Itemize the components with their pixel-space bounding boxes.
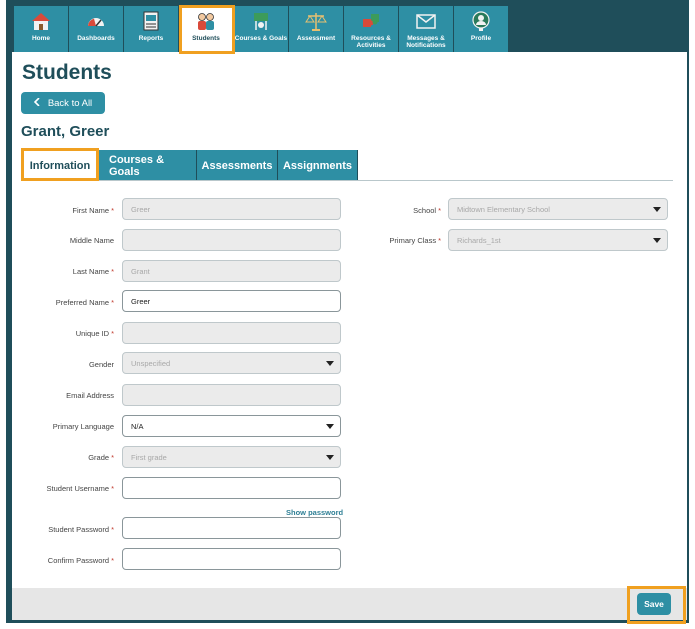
chevron-down-icon (653, 238, 661, 243)
home-icon (30, 10, 52, 32)
email-label: Email Address (66, 391, 114, 400)
school-select[interactable]: Midtown Elementary School (448, 198, 668, 220)
nav-profile[interactable]: Profile (454, 6, 508, 52)
preferred-name-label: Preferred Name * (55, 298, 114, 307)
school-value: Midtown Elementary School (457, 204, 550, 214)
puzzle-icon (360, 10, 382, 32)
primary-class-value: Richards_1st (457, 235, 501, 245)
school-label: School * (413, 206, 441, 215)
scale-icon (305, 10, 327, 32)
report-icon (140, 10, 162, 32)
primary-language-value: N/A (131, 421, 144, 431)
grade-select[interactable]: First grade (122, 446, 341, 468)
first-name-field[interactable]: Greer (122, 198, 341, 220)
form-footer (12, 588, 687, 620)
primary-language-select[interactable]: N/A (122, 415, 341, 437)
nav-messages[interactable]: Messages & Notifications (399, 6, 453, 52)
nav-courses-label: Courses & Goals (234, 35, 288, 42)
middle-name-field[interactable] (122, 229, 341, 251)
first-name-label: First Name * (72, 206, 114, 215)
students-icon (195, 10, 217, 32)
nav-students[interactable]: Students (179, 6, 233, 52)
chevron-down-icon (326, 361, 334, 366)
back-to-all-label: Back to All (47, 97, 93, 109)
tab-assignments[interactable]: Assignments (278, 150, 358, 181)
nav-dashboards[interactable]: Dashboards (69, 6, 123, 52)
tab-divider (21, 180, 673, 181)
envelope-icon (415, 10, 437, 32)
tab-information[interactable]: Information (21, 150, 99, 181)
primary-class-label: Primary Class * (389, 236, 441, 245)
unique-id-label: Unique ID * (75, 329, 114, 338)
gauge-icon (85, 10, 107, 32)
save-button[interactable]: Save (637, 593, 671, 615)
nav-home[interactable]: Home (14, 6, 68, 52)
top-nav: Home Dashboards Reports Students Courses… (14, 6, 509, 52)
nav-dashboards-label: Dashboards (77, 35, 115, 42)
nav-profile-label: Profile (470, 35, 492, 42)
student-username-input[interactable] (122, 477, 341, 499)
nav-resources[interactable]: Resources & Activities (344, 6, 398, 52)
preferred-name-input[interactable]: Greer (122, 290, 341, 312)
gender-select[interactable]: Unspecified (122, 352, 341, 374)
show-password-link[interactable]: Show password (286, 508, 343, 517)
chevron-down-icon (326, 455, 334, 460)
chevron-left-icon (33, 96, 40, 109)
courses-icon (250, 10, 272, 32)
email-field[interactable] (122, 384, 341, 406)
nav-resources-label: Resources & Activities (351, 35, 391, 49)
confirm-password-label: Confirm Password * (47, 556, 114, 565)
primary-language-label: Primary Language (52, 422, 114, 431)
nav-reports-label: Reports (138, 35, 164, 42)
nav-assessment-label: Assessment (296, 35, 336, 42)
nav-courses-goals[interactable]: Courses & Goals (234, 6, 288, 52)
gender-label: Gender (88, 360, 114, 369)
student-password-input[interactable] (122, 517, 341, 539)
grade-label: Grade * (88, 453, 114, 462)
nav-home-label: Home (31, 35, 51, 42)
chevron-down-icon (653, 207, 661, 212)
student-name: Grant, Greer (21, 123, 110, 140)
last-name-field[interactable]: Grant (122, 260, 341, 282)
nav-reports[interactable]: Reports (124, 6, 178, 52)
tab-courses-goals[interactable]: Courses & Goals (99, 150, 197, 181)
page-title: Students (22, 61, 112, 84)
nav-messages-label: Messages & Notifications (406, 35, 446, 49)
student-username-label: Student Username * (46, 484, 114, 493)
primary-class-select[interactable]: Richards_1st (448, 229, 668, 251)
tab-bar: Information Courses & Goals Assessments … (21, 150, 358, 181)
middle-name-label: Middle Name (69, 236, 114, 245)
unique-id-field[interactable] (122, 322, 341, 344)
nav-assessment[interactable]: Assessment (289, 6, 343, 52)
profile-icon (470, 10, 492, 32)
back-to-all-button[interactable]: Back to All (21, 92, 105, 114)
confirm-password-input[interactable] (122, 548, 341, 570)
nav-students-label: Students (192, 35, 220, 42)
grade-value: First grade (131, 452, 167, 462)
gender-value: Unspecified (131, 358, 171, 368)
tab-assessments[interactable]: Assessments (197, 150, 278, 181)
student-password-label: Student Password * (48, 525, 114, 534)
chevron-down-icon (326, 424, 334, 429)
last-name-label: Last Name * (72, 267, 114, 276)
